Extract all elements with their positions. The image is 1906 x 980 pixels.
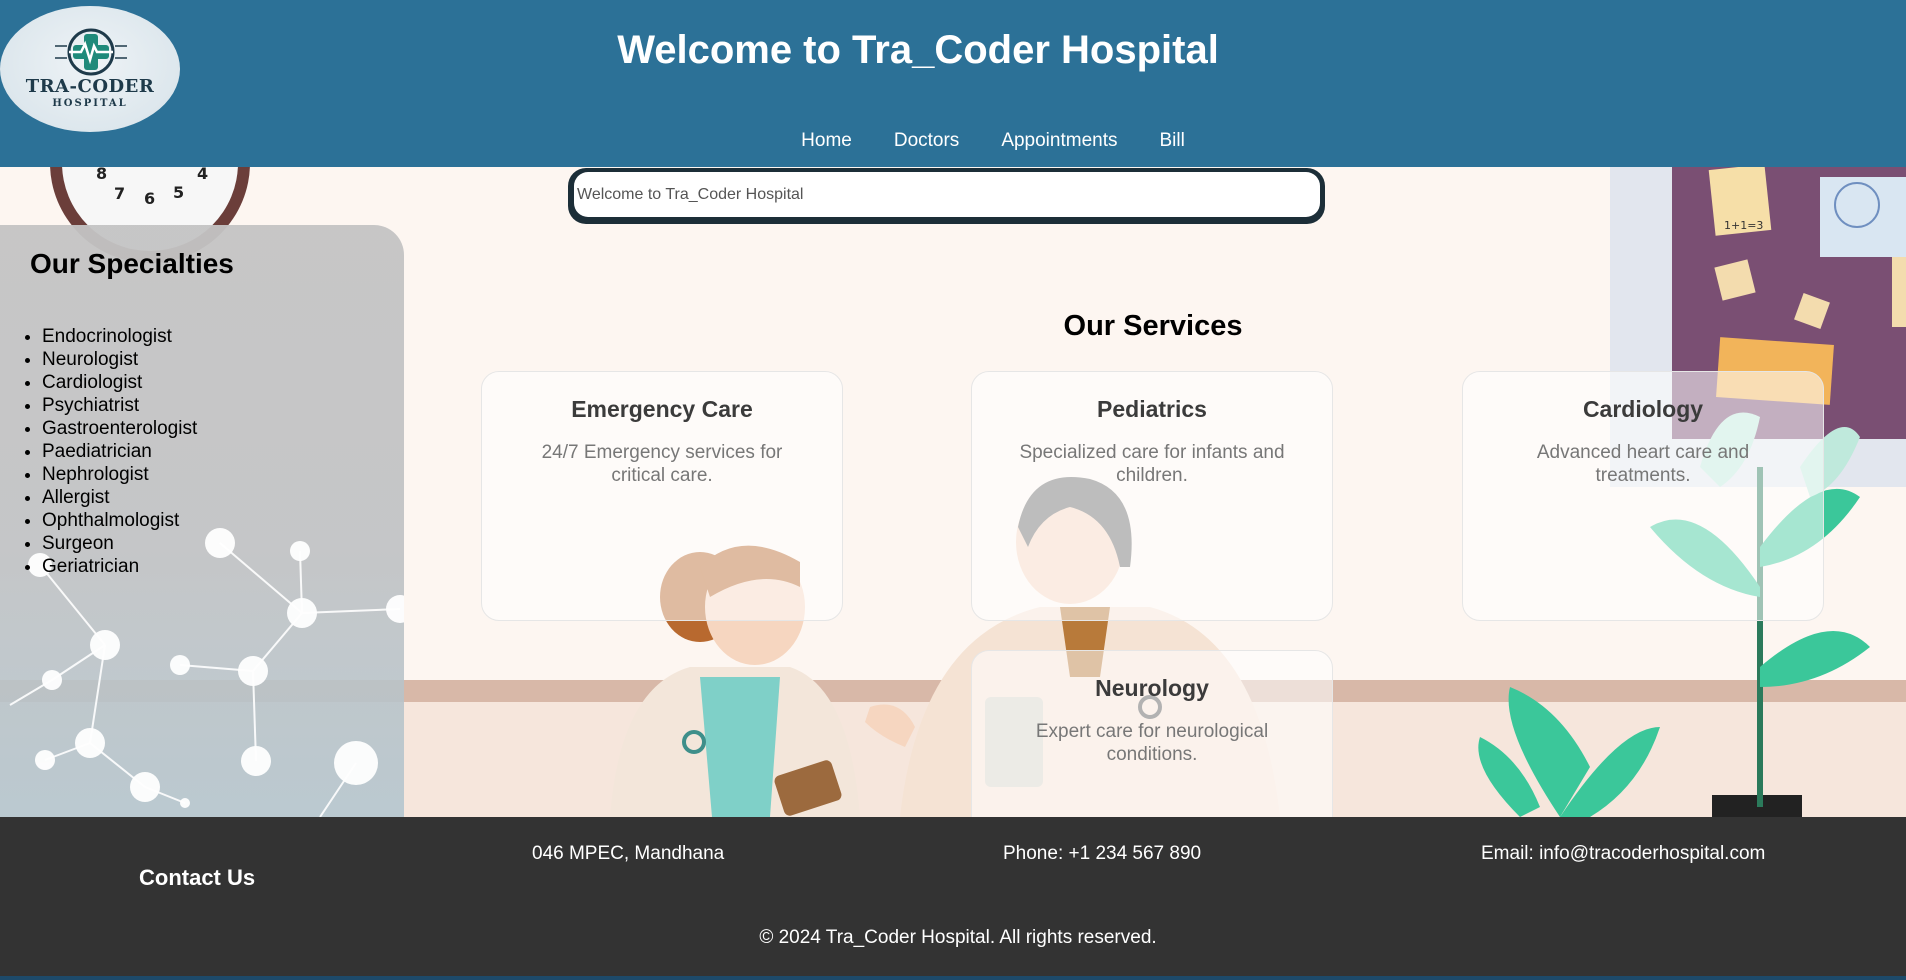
nav-appointments-link[interactable]: Appointments [1001,130,1117,156]
main-nav: Home Doctors Appointments Bill [0,130,1906,156]
search-input[interactable] [574,172,1320,217]
site-footer: Contact Us 046 MPEC, Mandhana Phone: +1 … [0,817,1906,976]
svg-text:4: 4 [197,167,208,183]
specialty-item: Psychiatrist [42,394,197,417]
specialties-list: Endocrinologist Neurologist Cardiologist… [0,325,197,578]
specialty-item: Endocrinologist [42,325,197,348]
service-card-title: Neurology [1095,675,1209,701]
svg-text:7: 7 [114,184,125,203]
svg-text:6: 6 [144,189,155,208]
specialty-item: Paediatrician [42,440,197,463]
service-card-description: 24/7 Emergency services for critical car… [541,442,783,486]
footer-email: Email: info@tracoderhospital.com [1481,843,1766,864]
specialty-item: Allergist [42,486,197,509]
page: TRA-CODER HOSPITAL Welcome to Tra_Coder … [0,0,1906,976]
service-card-title: Pediatrics [1097,396,1207,422]
specialty-item: Gastroenterologist [42,417,197,440]
site-header: TRA-CODER HOSPITAL Welcome to Tra_Coder … [0,0,1906,167]
site-title: Welcome to Tra_Coder Hospital [617,28,1219,72]
service-card-title: Cardiology [1582,396,1704,422]
specialties-panel: Our Specialties Endocrinologist Neurolog… [0,225,404,817]
footer-copyright: © 2024 Tra_Coder Hospital. All rights re… [759,927,1157,948]
nav-home-link[interactable]: Home [801,130,852,156]
footer-address: 046 MPEC, Mandhana [532,843,725,864]
nav-doctors-link[interactable]: Doctors [894,130,959,156]
contact-title: Contact Us [139,865,256,890]
logo-text: TRA-CODER [25,76,155,97]
service-card-title: Emergency Care [571,396,753,422]
specialty-item: Cardiologist [42,371,197,394]
nav-bill-link[interactable]: Bill [1160,130,1185,156]
services-title: Our Services [1063,310,1243,342]
specialty-item: Ophthalmologist [42,509,197,532]
svg-text:8: 8 [96,167,107,183]
service-card-description: Specialized care for infants and childre… [1019,442,1285,486]
specialty-item: Nephrologist [42,463,197,486]
note-text: 1+1=3 [1724,219,1763,232]
service-card-emergency[interactable]: Emergency Care 24/7 Emergency services f… [481,371,843,621]
specialty-item: Geriatrician [42,555,197,578]
svg-text:5: 5 [173,183,184,202]
logo-subtext: HOSPITAL [52,98,128,109]
service-card-description: Expert care for neurological conditions. [1035,721,1269,765]
service-card-description: Advanced heart care and treatments. [1536,442,1750,486]
service-card-cardiology[interactable]: Cardiology Advanced heart care and treat… [1462,371,1824,621]
service-card-pediatrics[interactable]: Pediatrics Specialized care for infants … [971,371,1333,621]
specialty-item: Surgeon [42,532,197,555]
footer-phone: Phone: +1 234 567 890 [1003,843,1202,864]
specialty-item: Neurologist [42,348,197,371]
specialties-title: Our Specialties [30,248,234,279]
